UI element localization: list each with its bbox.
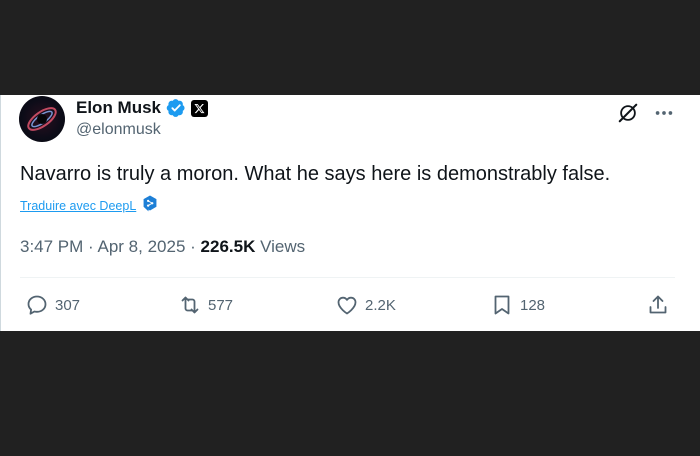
reply-icon [27, 295, 47, 315]
author-handle[interactable]: @elonmusk [76, 121, 161, 139]
x-logo-icon[interactable] [191, 99, 209, 117]
tweet-time[interactable]: 3:47 PM [20, 237, 83, 256]
bookmark-icon [494, 295, 510, 315]
tweet-card: Elon Musk @elonmusk Navarro is truly a m… [0, 95, 700, 331]
repost-count: 577 [208, 296, 234, 314]
meta-separator: · [88, 237, 98, 256]
share-button[interactable] [646, 293, 670, 317]
bookmark-button[interactable]: 128 [490, 293, 545, 317]
like-count: 2.2K [365, 296, 396, 314]
tweet-meta: 3:47 PM · Apr 8, 2025 · 226.5K Views [20, 237, 305, 257]
author-display-name[interactable]: Elon Musk [76, 98, 161, 118]
bookmark-count: 128 [520, 296, 546, 314]
more-options-icon[interactable] [653, 102, 675, 124]
divider [20, 277, 675, 278]
reply-count: 307 [55, 296, 81, 314]
verified-badge-icon[interactable] [166, 98, 186, 118]
views-count: 226.5K [200, 237, 256, 256]
views-label: Views [260, 237, 306, 256]
tweet-text: Navarro is truly a moron. What he says h… [20, 163, 611, 185]
translate-link[interactable]: Traduire avec DeepL [20, 199, 136, 213]
like-button[interactable]: 2.2K [335, 293, 396, 317]
reply-button[interactable]: 307 [25, 293, 80, 317]
grok-icon[interactable] [617, 102, 639, 124]
translate-row: Traduire avec DeepL [20, 195, 158, 217]
author-name-row: Elon Musk [76, 97, 209, 119]
meta-separator: · [190, 237, 201, 256]
heart-icon [337, 296, 357, 315]
repost-icon [181, 296, 199, 314]
tweet-date[interactable]: Apr 8, 2025 [98, 237, 186, 256]
avatar-image [27, 107, 57, 131]
repost-button[interactable]: 577 [178, 293, 233, 317]
deepl-icon[interactable] [142, 195, 158, 217]
avatar[interactable] [19, 96, 65, 142]
share-icon [649, 295, 667, 314]
